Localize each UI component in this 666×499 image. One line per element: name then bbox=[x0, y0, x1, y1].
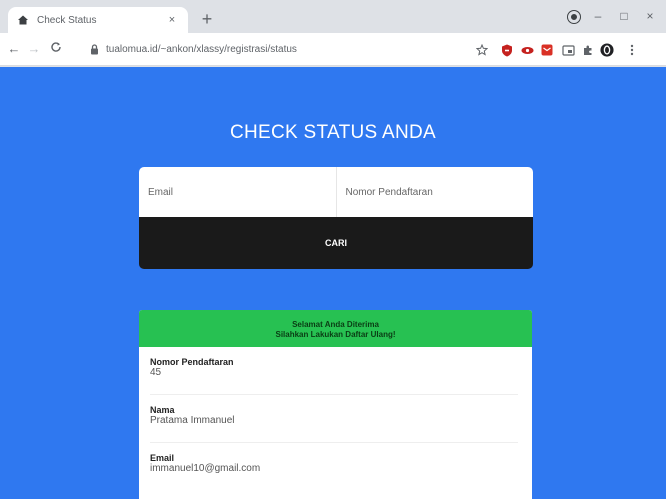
tab-title: Check Status bbox=[37, 14, 97, 26]
result-card: Selamat Anda Diterima Silahkan Lakukan D… bbox=[139, 310, 532, 499]
page-body: CHECK STATUS ANDA CARI Selamat Anda Dite… bbox=[0, 67, 666, 499]
banner-line-1: Selamat Anda Diterima bbox=[292, 319, 379, 329]
result-label: Nomor Pendaftaran bbox=[150, 357, 234, 367]
form-inputs bbox=[139, 167, 533, 217]
menu-icon[interactable] bbox=[625, 43, 639, 57]
minimize-button[interactable]: – bbox=[585, 5, 611, 27]
home-icon bbox=[16, 13, 30, 27]
cari-button[interactable]: CARI bbox=[139, 217, 533, 269]
success-banner: Selamat Anda Diterima Silahkan Lakukan D… bbox=[139, 310, 532, 347]
result-row-email: Email immanuel10@gmail.com bbox=[139, 443, 532, 491]
maximize-button[interactable]: □ bbox=[611, 5, 637, 27]
banner-line-2: Silahkan Lakukan Daftar Ulang! bbox=[275, 329, 396, 339]
status-form: CARI bbox=[139, 167, 533, 269]
reload-icon bbox=[51, 42, 61, 52]
extension-icon[interactable] bbox=[581, 43, 595, 57]
result-label: Email bbox=[150, 453, 175, 463]
cast-icon[interactable] bbox=[561, 43, 575, 57]
browser-tab[interactable]: Check Status × bbox=[8, 7, 188, 33]
new-tab-button[interactable]: + bbox=[196, 9, 218, 31]
shield-icon[interactable] bbox=[500, 43, 514, 57]
browser-toolbar: ← → tualomua.id/~ankon/xlassy/registrasi… bbox=[0, 33, 666, 66]
result-row-nama: Nama Pratama Immanuel bbox=[139, 395, 532, 443]
record-indicator-icon bbox=[568, 11, 580, 23]
reload-button[interactable] bbox=[46, 39, 66, 59]
tab-close-icon[interactable]: × bbox=[164, 14, 180, 26]
result-label: Nama bbox=[150, 405, 175, 415]
profile-icon[interactable] bbox=[600, 43, 614, 57]
eye-extension-icon[interactable] bbox=[520, 43, 534, 57]
address-bar[interactable]: tualomua.id/~ankon/xlassy/registrasi/sta… bbox=[88, 37, 468, 62]
page-title: CHECK STATUS ANDA bbox=[229, 122, 437, 143]
back-button[interactable]: ← bbox=[4, 39, 24, 59]
lock-icon bbox=[88, 44, 100, 56]
forward-button[interactable]: → bbox=[24, 39, 44, 59]
url-text: tualomua.id/~ankon/xlassy/registrasi/sta… bbox=[106, 44, 297, 55]
result-row-nomor: Nomor Pendaftaran 45 bbox=[139, 347, 532, 395]
nomor-pendaftaran-field[interactable] bbox=[336, 167, 533, 217]
star-icon[interactable] bbox=[475, 43, 489, 57]
email-field[interactable] bbox=[139, 167, 336, 217]
result-value: Pratama Immanuel bbox=[150, 415, 235, 426]
tab-strip: Check Status × + – □ × bbox=[0, 0, 666, 33]
result-value: 45 bbox=[150, 367, 162, 378]
close-window-button[interactable]: × bbox=[637, 5, 663, 27]
mail-extension-icon[interactable] bbox=[540, 43, 554, 57]
result-value: immanuel10@gmail.com bbox=[150, 463, 261, 474]
